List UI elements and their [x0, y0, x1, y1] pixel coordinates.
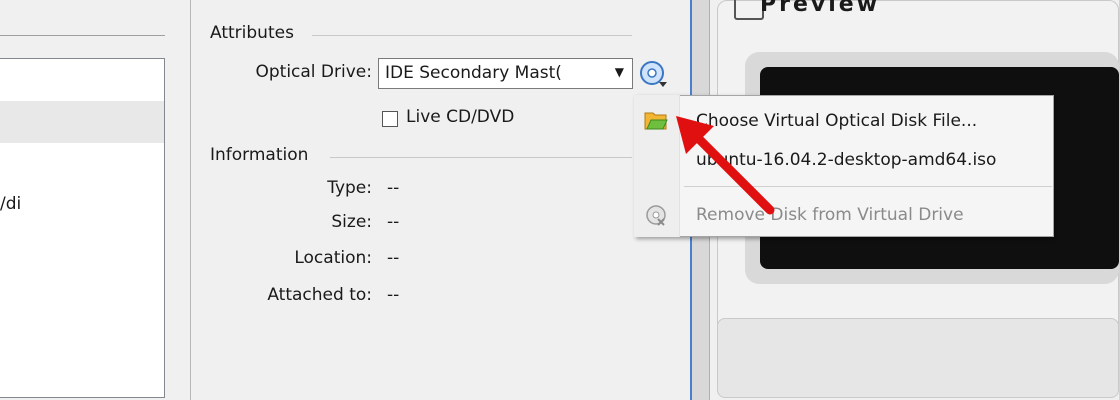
folder-icon: [644, 109, 668, 136]
storage-tree-item-label[interactable]: /di: [0, 194, 21, 214]
optical-disk-menu-button[interactable]: [639, 60, 669, 90]
information-group-title: Information: [210, 145, 309, 165]
info-attached-value: --: [387, 285, 400, 305]
info-size-label: Size:: [331, 212, 372, 232]
attributes-divider: [312, 35, 632, 36]
info-location-label: Location:: [294, 248, 372, 268]
optical-disc-icon: [640, 61, 667, 87]
info-attached-label: Attached to:: [267, 285, 372, 305]
optical-drive-value: IDE Secondary Mast(: [385, 63, 562, 83]
optical-drive-label: Optical Drive:: [255, 62, 372, 82]
remove-disk-icon: [645, 204, 667, 231]
live-cd-label[interactable]: Live CD/DVD: [406, 107, 514, 127]
info-type-value: --: [387, 178, 400, 198]
optical-drive-combobox[interactable]: IDE Secondary Mast( ▼: [378, 58, 633, 89]
preview-title: Preview: [760, 0, 881, 17]
info-type-label: Type:: [327, 178, 372, 198]
next-panel: [717, 318, 1119, 398]
annotation-arrow-icon: [676, 116, 775, 215]
storage-tree-selected-row[interactable]: [0, 101, 164, 143]
info-size-value: --: [387, 212, 400, 232]
dropdown-arrow-icon: ▼: [614, 65, 624, 79]
live-cd-checkbox[interactable]: [382, 111, 398, 127]
info-location-value: --: [387, 248, 400, 268]
attributes-group-title: Attributes: [210, 23, 294, 43]
information-divider: [330, 157, 632, 158]
left-divider: [0, 35, 165, 36]
